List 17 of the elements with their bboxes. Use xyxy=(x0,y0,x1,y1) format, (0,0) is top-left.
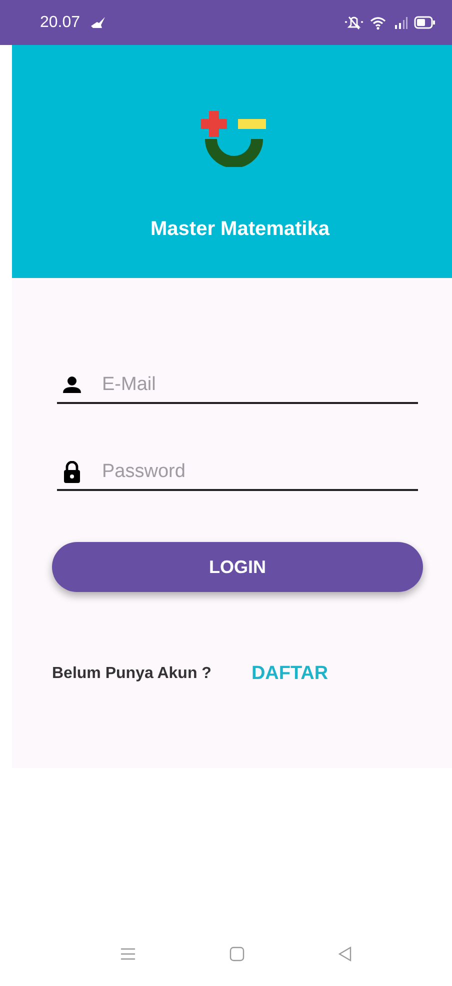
signal-icon xyxy=(394,16,408,28)
app-logo-icon xyxy=(201,111,267,167)
wifi-icon xyxy=(370,16,388,30)
lock-icon xyxy=(62,461,82,483)
menu-icon[interactable] xyxy=(120,947,136,961)
app-title: Master Matematika xyxy=(150,218,330,241)
status-time: 20.07 xyxy=(40,14,80,32)
email-field[interactable]: E-Mail xyxy=(102,370,418,400)
mute-icon xyxy=(344,16,364,30)
register-prompt: Belum Punya Akun ? xyxy=(52,665,212,683)
login-button[interactable]: LOGIN xyxy=(52,542,423,592)
person-icon xyxy=(62,376,82,394)
password-field[interactable]: Password xyxy=(102,457,418,487)
home-icon[interactable] xyxy=(229,946,245,962)
back-icon[interactable] xyxy=(338,946,352,962)
battery-icon xyxy=(414,16,436,29)
broom-icon xyxy=(90,16,106,28)
